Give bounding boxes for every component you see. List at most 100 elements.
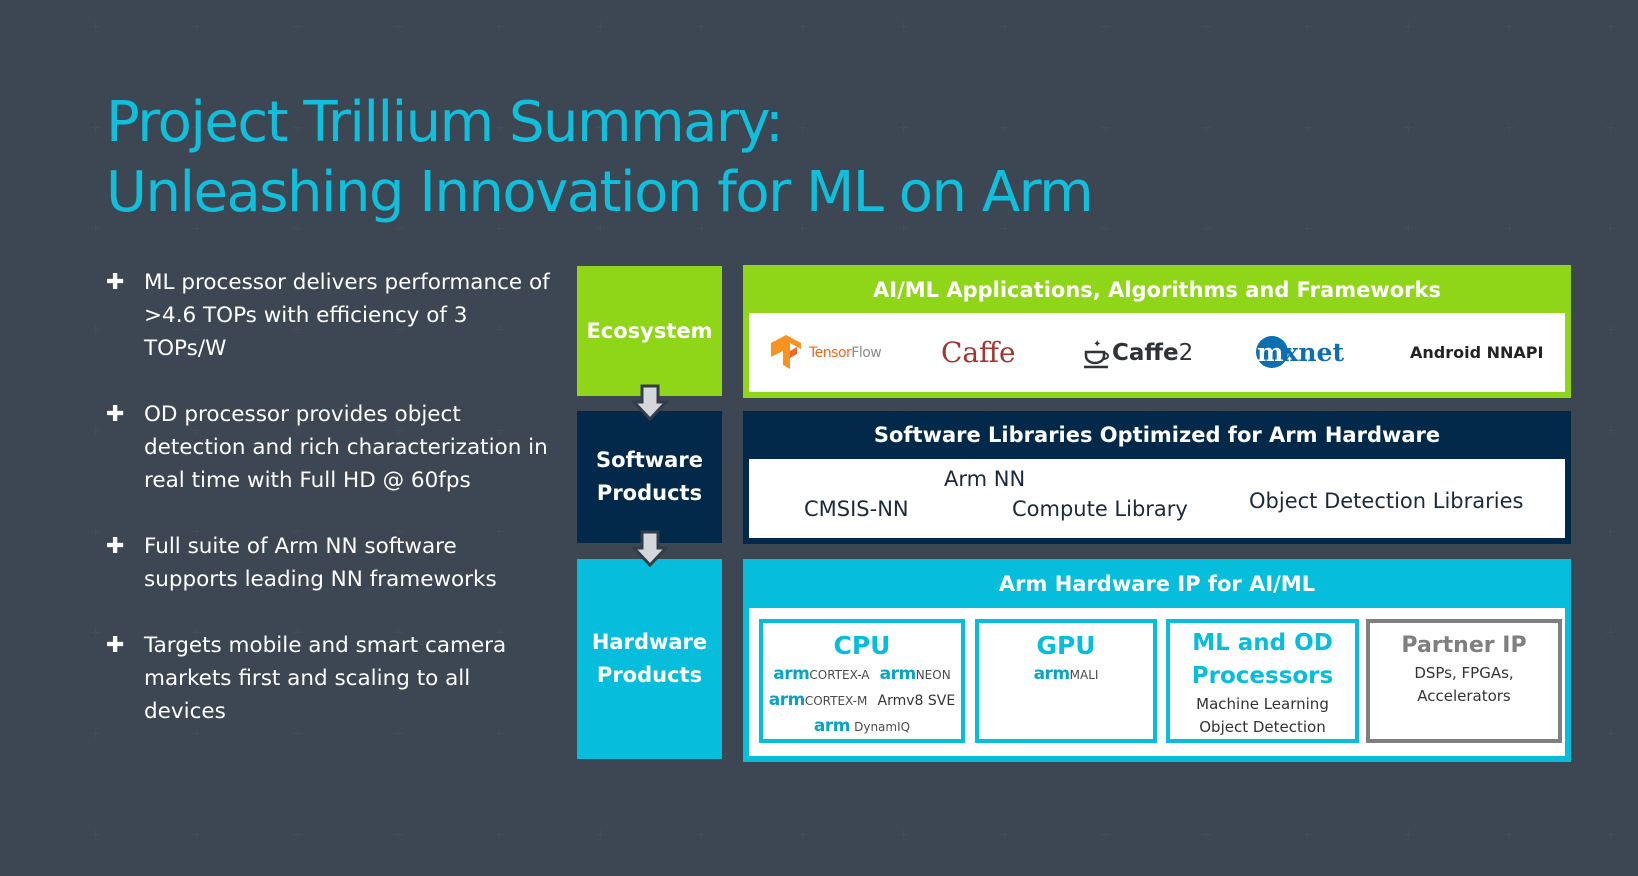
tensorflow-text-a: Tensor xyxy=(809,344,852,361)
software-header: Software Libraries Optimized for Arm Har… xyxy=(873,423,1441,447)
coffee-cup-icon: ✦ xyxy=(1084,339,1109,368)
object-detection-libraries-label: Object Detection Libraries xyxy=(1249,489,1524,513)
grid-plus-mark xyxy=(1202,123,1211,132)
plus-icon: ✚ xyxy=(106,534,125,559)
grid-plus-mark xyxy=(1000,22,1009,31)
cpu-title: CPU xyxy=(833,631,891,660)
grid-plus-mark xyxy=(899,22,908,31)
grid-plus-mark xyxy=(91,123,100,132)
ml-od-title-line2: Processors xyxy=(1191,663,1334,689)
hardware-ip-area: CPU armCORTEX-A armNEON armCORTEX-M Armv… xyxy=(749,608,1565,756)
software-label-line2: Products xyxy=(596,481,703,505)
bullet-item: ✚ Full suite of Arm NN software supports… xyxy=(104,530,554,596)
mxnet-logo: mxnet xyxy=(1255,313,1344,392)
grid-plus-mark xyxy=(293,830,302,839)
hardware-panel: Arm Hardware IP for AI/ML CPU armCORTEX-… xyxy=(743,559,1571,762)
grid-plus-mark xyxy=(394,830,403,839)
mxnet-text: mxnet xyxy=(1257,338,1344,367)
grid-plus-mark xyxy=(1303,830,1312,839)
arm-logo: arm xyxy=(1033,664,1071,684)
grid-plus-mark xyxy=(1101,830,1110,839)
arm-logo: arm xyxy=(773,664,810,684)
title-line-1: Project Trillium Summary: xyxy=(106,90,784,155)
arm-logo: arm xyxy=(768,690,806,710)
grid-plus-mark xyxy=(1404,830,1413,839)
grid-plus-mark xyxy=(596,22,605,31)
machine-learning-label: Machine Learning xyxy=(1196,695,1329,713)
grid-plus-mark xyxy=(192,22,201,31)
grid-plus-mark xyxy=(91,426,100,435)
frameworks-area: TensorFlow Caffe ✦ Caffe 2 mxnet Android … xyxy=(749,313,1565,392)
bullet-text: Targets mobile and smart camera markets … xyxy=(144,633,507,724)
arm-logo: arm xyxy=(879,664,917,684)
grid-plus-mark xyxy=(1505,22,1514,31)
grid-plus-mark xyxy=(899,830,908,839)
ecosystem-header: AI/ML Applications, Algorithms and Frame… xyxy=(873,278,1441,302)
plus-icon: ✚ xyxy=(106,633,125,658)
tensorflow-text-b: Flow xyxy=(851,344,882,361)
gpu-box: GPU armMALI xyxy=(975,619,1157,743)
grid-plus-mark xyxy=(1606,224,1615,233)
grid-plus-mark xyxy=(1606,527,1615,536)
caffe-logo: Caffe xyxy=(941,336,1016,369)
grid-plus-mark xyxy=(697,830,706,839)
libraries-area: Arm NN CMSIS-NN Compute Library Object D… xyxy=(749,459,1565,538)
grid-plus-mark xyxy=(1505,830,1514,839)
partner-ip-sub2: Accelerators xyxy=(1417,687,1511,705)
software-panel: Software Libraries Optimized for Arm Har… xyxy=(743,411,1571,544)
grid-plus-mark xyxy=(1505,224,1514,233)
grid-plus-mark xyxy=(293,22,302,31)
arm-nn-label: Arm NN xyxy=(944,467,1026,491)
tensorflow-icon xyxy=(771,334,801,369)
ecosystem-panel: AI/ML Applications, Algorithms and Frame… xyxy=(743,265,1571,398)
grid-plus-mark xyxy=(1606,729,1615,738)
bullet-text: Full suite of Arm NN software supports l… xyxy=(144,534,497,592)
ecosystem-label-box: Ecosystem xyxy=(577,266,722,396)
grid-plus-mark xyxy=(798,22,807,31)
android-nnapi-logo: Android NNAPI xyxy=(1410,343,1544,362)
compute-library-label: Compute Library xyxy=(1012,497,1188,521)
down-arrow-icon xyxy=(630,384,670,422)
ml-od-processors-box: ML and OD Processors Machine Learning Ob… xyxy=(1166,619,1359,743)
grid-plus-mark xyxy=(91,22,100,31)
dynamiq-label: DynamIQ xyxy=(854,720,911,734)
cortex-m-label: CORTEX-M xyxy=(804,694,868,708)
software-label-line1: Software xyxy=(596,448,703,472)
ml-od-title-line1: ML and OD xyxy=(1192,630,1333,656)
neon-label: NEON xyxy=(915,668,951,682)
software-products-label-box: Software Products xyxy=(577,411,722,543)
hardware-label-line2: Products xyxy=(596,663,703,687)
object-detection-label: Object Detection xyxy=(1199,718,1326,736)
grid-plus-mark xyxy=(1101,224,1110,233)
grid-plus-mark xyxy=(91,628,100,637)
grid-plus-mark xyxy=(1606,830,1615,839)
grid-plus-mark xyxy=(495,830,504,839)
grid-plus-mark xyxy=(1202,22,1211,31)
grid-plus-mark xyxy=(91,224,100,233)
partner-ip-title: Partner IP xyxy=(1401,633,1527,658)
grid-plus-mark xyxy=(91,325,100,334)
hardware-header: Arm Hardware IP for AI/ML xyxy=(998,572,1316,596)
caffe2-logo: ✦ Caffe 2 xyxy=(1082,313,1193,392)
plus-icon: ✚ xyxy=(106,402,125,427)
svg-text:✦: ✦ xyxy=(1093,339,1101,350)
grid-plus-mark xyxy=(1606,426,1615,435)
grid-plus-mark xyxy=(1404,22,1413,31)
grid-plus-mark xyxy=(1404,123,1413,132)
grid-plus-mark xyxy=(1505,123,1514,132)
plus-icon: ✚ xyxy=(106,270,125,295)
grid-plus-mark xyxy=(1606,22,1615,31)
bullet-item: ✚ OD processor provides object detection… xyxy=(104,398,554,497)
grid-plus-mark xyxy=(192,830,201,839)
tensorflow-logo: TensorFlow xyxy=(769,313,882,392)
bullet-text: ML processor delivers performance of >4.… xyxy=(144,270,550,361)
title-line-2: Unleashing Innovation for ML on Arm xyxy=(106,160,1094,225)
gpu-title: GPU xyxy=(1036,631,1096,660)
down-arrow-icon xyxy=(630,530,670,568)
bullet-list: ✚ ML processor delivers performance of >… xyxy=(104,266,554,761)
grid-plus-mark xyxy=(1303,22,1312,31)
bullet-item: ✚ Targets mobile and smart camera market… xyxy=(104,629,554,728)
partner-ip-sub1: DSPs, FPGAs, xyxy=(1414,664,1514,682)
grid-plus-mark xyxy=(1000,830,1009,839)
slide-title: Project Trillium Summary: Unleashing Inn… xyxy=(106,88,1094,228)
